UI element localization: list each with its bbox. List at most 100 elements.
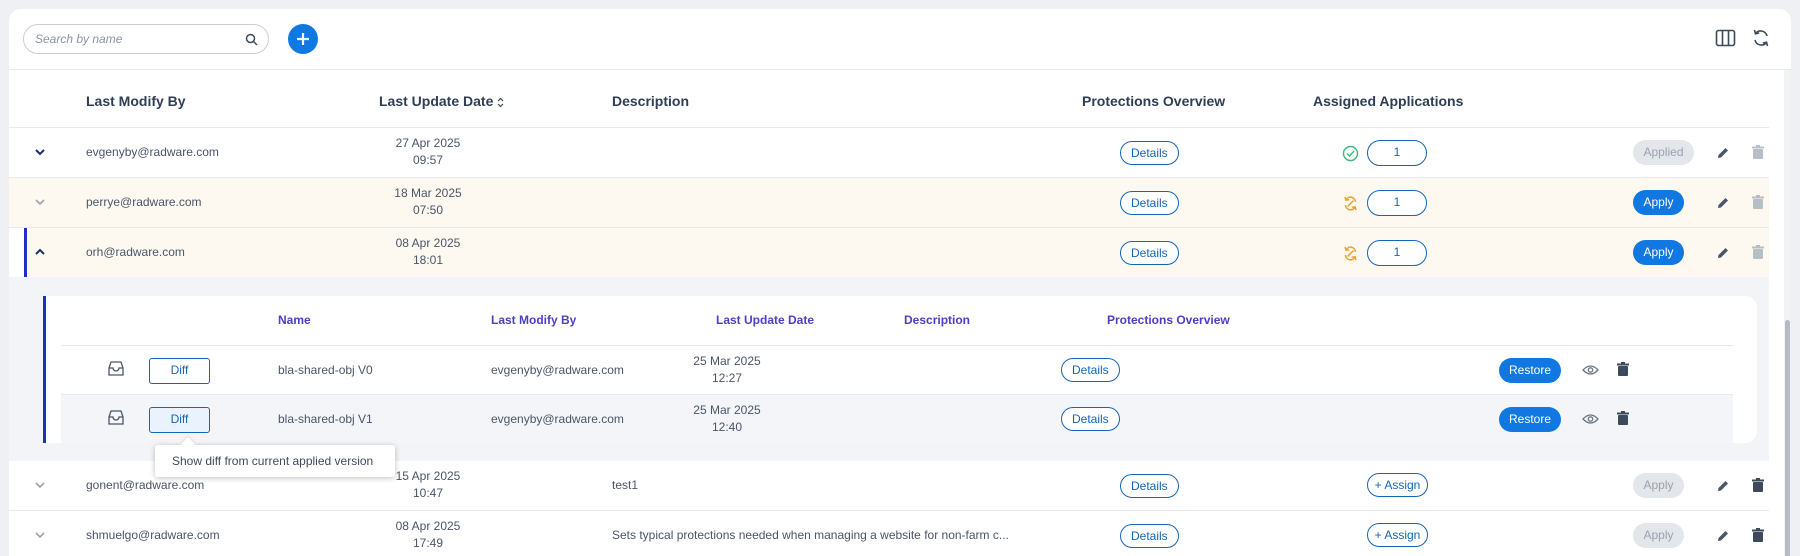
header-last-update-date-label: Last Update Date [379, 93, 494, 109]
edit-icon[interactable] [1716, 246, 1730, 260]
versions-header-protections-overview[interactable]: Protections Overview [1107, 313, 1230, 327]
eye-icon[interactable] [1582, 413, 1599, 425]
delete-icon[interactable] [1751, 145, 1765, 160]
eye-icon[interactable] [1582, 364, 1599, 376]
details-button[interactable]: Details [1061, 358, 1120, 382]
row-modified-by: gonent@radware.com [86, 478, 205, 492]
search-icon[interactable] [245, 33, 258, 46]
diff-tooltip: Show diff from current applied version [155, 445, 395, 477]
table-row[interactable]: perrye@radware.com 18 Mar 2025 07:50 Deta… [9, 178, 1769, 228]
header-description[interactable]: Description [612, 93, 689, 109]
assign-button[interactable]: + Assign [1367, 523, 1428, 547]
delete-icon[interactable] [1751, 195, 1765, 210]
restore-button[interactable]: Restore [1499, 358, 1561, 383]
edit-icon[interactable] [1716, 529, 1730, 543]
row-date-time: 17:49 [412, 536, 444, 550]
versions-header-name[interactable]: Name [278, 313, 311, 327]
chevron-down-icon[interactable] [34, 146, 46, 158]
version-date: 25 Mar 2025 12:40 [677, 402, 777, 436]
details-button[interactable]: Details [1120, 191, 1179, 215]
apply-button[interactable]: Apply [1633, 190, 1684, 215]
table-row[interactable]: shmuelgo@radware.com 08 Apr 2025 17:49 Se… [9, 511, 1769, 556]
version-date: 25 Mar 2025 12:27 [677, 353, 777, 387]
chevron-down-icon[interactable] [34, 196, 46, 208]
apply-button: Apply [1633, 473, 1684, 498]
versions-header-description[interactable]: Description [904, 313, 970, 327]
row-description: test1 [612, 478, 639, 492]
add-button[interactable] [288, 24, 318, 54]
details-button[interactable]: Details [1061, 407, 1120, 431]
row-modified-by: evgenyby@radware.com [86, 145, 219, 159]
version-date-time: 12:40 [711, 420, 743, 434]
row-date-day: 18 Mar 2025 [394, 186, 462, 200]
sync-warning-icon [1344, 196, 1357, 211]
diff-button[interactable]: Diff [149, 358, 210, 384]
row-date: 08 Apr 2025 17:49 [378, 518, 478, 552]
row-date: 18 Mar 2025 07:50 [378, 185, 478, 219]
header-last-update-date[interactable]: Last Update Date [379, 93, 504, 109]
applied-button: Applied [1633, 140, 1694, 165]
delete-icon[interactable] [1751, 245, 1765, 260]
diff-button[interactable]: Diff [149, 407, 210, 433]
plus-icon [297, 33, 309, 45]
details-button[interactable]: Details [1120, 141, 1179, 165]
row-description: Sets typical protections needed when man… [612, 528, 1009, 542]
search-box[interactable] [23, 24, 269, 54]
version-modified-by: evgenyby@radware.com [491, 363, 624, 377]
delete-icon[interactable] [1751, 478, 1765, 493]
scrollbar-thumb[interactable] [1785, 320, 1790, 556]
shared-objects-panel: Last Modify By Last Update Date Descript… [9, 9, 1791, 556]
row-modified-by: orh@radware.com [86, 245, 185, 259]
header-last-modify-by[interactable]: Last Modify By [86, 93, 186, 109]
search-input[interactable] [35, 32, 235, 46]
row-modified-by: perrye@radware.com [86, 195, 202, 209]
row-date-day: 27 Apr 2025 [395, 136, 461, 150]
version-date-day: 25 Mar 2025 [693, 354, 761, 368]
toolbar [9, 9, 1791, 70]
version-name: bla-shared-obj V0 [278, 363, 373, 377]
row-date: 27 Apr 2025 09:57 [378, 135, 478, 169]
edit-icon[interactable] [1716, 479, 1730, 493]
check-circle-icon [1342, 145, 1359, 162]
header-assigned-applications[interactable]: Assigned Applications [1313, 93, 1463, 109]
apply-button[interactable]: Apply [1633, 240, 1684, 265]
restore-button[interactable]: Restore [1499, 407, 1561, 432]
assigned-count-button[interactable]: 1 [1367, 190, 1427, 216]
version-date-day: 25 Mar 2025 [693, 403, 761, 417]
versions-header-last-update-date[interactable]: Last Update Date [716, 313, 814, 327]
chevron-down-icon[interactable] [34, 529, 46, 541]
version-row[interactable]: Diff bla-shared-obj V1 evgenyby@radware.… [61, 394, 1733, 443]
version-row[interactable]: Diff bla-shared-obj V0 evgenyby@radware.… [61, 345, 1733, 394]
details-button[interactable]: Details [1120, 241, 1179, 265]
table-row-expanded[interactable]: orh@radware.com 08 Apr 2025 18:01 Details… [24, 228, 1769, 278]
table-row[interactable]: evgenyby@radware.com 27 Apr 2025 09:57 De… [9, 128, 1769, 178]
version-modified-by: evgenyby@radware.com [491, 412, 624, 426]
assigned-count-button[interactable]: 1 [1367, 240, 1427, 266]
versions-panel: Name Last Modify By Last Update Date Des… [9, 277, 1769, 461]
row-date: 08 Apr 2025 18:01 [378, 235, 478, 269]
header-protections-overview[interactable]: Protections Overview [1082, 93, 1225, 109]
row-modified-by: shmuelgo@radware.com [86, 528, 220, 542]
delete-icon[interactable] [1616, 411, 1630, 426]
edit-icon[interactable] [1716, 146, 1730, 160]
delete-icon[interactable] [1751, 528, 1765, 543]
chevron-up-icon[interactable] [34, 246, 46, 258]
sort-icon[interactable] [497, 97, 504, 108]
refresh-icon[interactable] [1751, 28, 1771, 48]
versions-card: Name Last Modify By Last Update Date Des… [43, 296, 1757, 443]
vertical-scrollbar[interactable] [1784, 70, 1791, 556]
assign-button[interactable]: + Assign [1367, 473, 1428, 497]
columns-icon[interactable] [1715, 28, 1736, 49]
chevron-down-icon[interactable] [34, 479, 46, 491]
edit-icon[interactable] [1716, 196, 1730, 210]
details-button[interactable]: Details [1120, 474, 1179, 498]
row-date-time: 10:47 [412, 486, 444, 500]
details-button[interactable]: Details [1120, 524, 1179, 548]
assigned-count-button[interactable]: 1 [1367, 140, 1427, 166]
row-date-time: 18:01 [412, 253, 444, 267]
versions-header-last-modify-by[interactable]: Last Modify By [491, 313, 576, 327]
table-header: Last Modify By Last Update Date Descript… [9, 70, 1769, 128]
delete-icon[interactable] [1616, 362, 1630, 377]
version-date-time: 12:27 [711, 371, 743, 385]
inbox-archive-icon [108, 410, 124, 425]
